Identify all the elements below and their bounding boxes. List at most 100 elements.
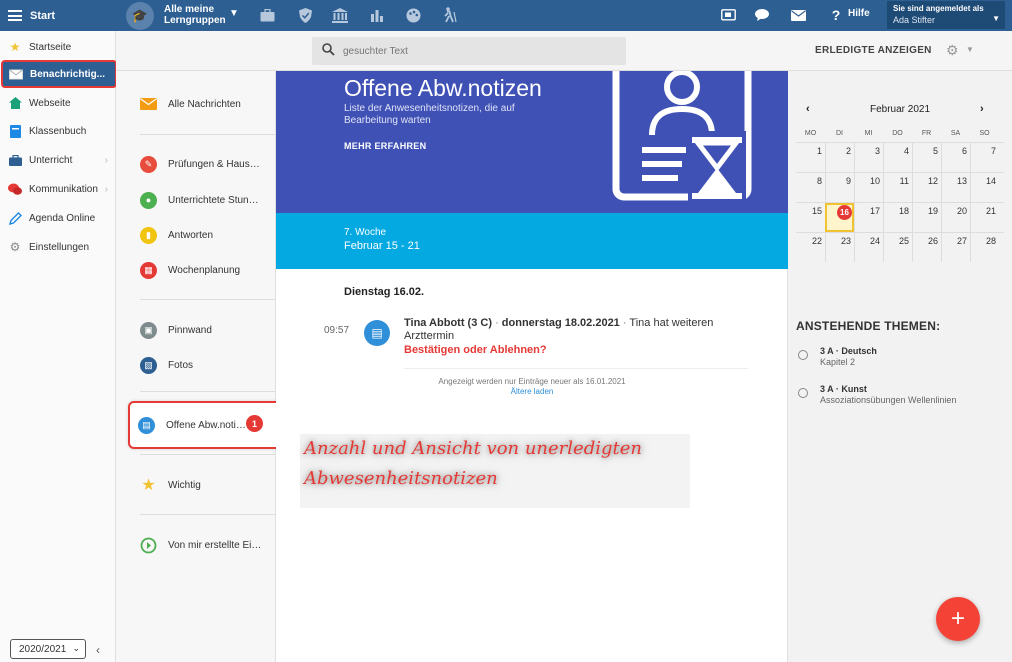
- calendar-day[interactable]: 20: [941, 203, 970, 232]
- chat-icon: [8, 182, 22, 196]
- calendar-day[interactable]: 19: [912, 203, 941, 232]
- calendar-day[interactable]: 4: [883, 143, 912, 172]
- collapse-sidebar-icon[interactable]: ‹: [96, 643, 100, 657]
- calendar-day[interactable]: 28: [970, 233, 999, 262]
- hiking-icon[interactable]: [441, 6, 459, 24]
- calendar-day-today[interactable]: 16: [825, 203, 854, 232]
- school-year-select[interactable]: 2020/2021 ⌄: [10, 639, 86, 659]
- caret-down-icon[interactable]: ▼: [966, 45, 974, 54]
- gear-icon[interactable]: ⚙: [946, 42, 959, 59]
- envelope-icon: [9, 67, 23, 81]
- envelope-icon[interactable]: [789, 6, 807, 24]
- sidebar-item-startseite[interactable]: ★ Startseite: [2, 33, 114, 61]
- chevron-down-icon: ⌄: [72, 643, 80, 653]
- load-older-link[interactable]: Ältere laden: [404, 387, 660, 396]
- calendar-day[interactable]: 22: [796, 233, 825, 262]
- calendar-day[interactable]: 17: [854, 203, 883, 232]
- reply-icon: ▮: [140, 226, 157, 244]
- entry-text[interactable]: Tina Abbott (3 C) · donnerstag 18.02.202…: [404, 317, 754, 343]
- bar-chart-icon[interactable]: [368, 6, 386, 24]
- chat-icon[interactable]: [754, 6, 772, 24]
- separator: ·: [495, 317, 502, 329]
- user-account-menu[interactable]: Sie sind angemeldet als Ada Stifter ▼: [887, 1, 1005, 29]
- divider: [140, 299, 276, 300]
- calendar-day[interactable]: 11: [883, 173, 912, 202]
- divider: [140, 514, 276, 515]
- nav-item-unterrichtete-stunden[interactable]: ● Unterrichtete Stunden: [140, 185, 276, 215]
- absence-note-icon: ▤: [364, 320, 390, 346]
- briefcase-icon[interactable]: [258, 6, 276, 24]
- institution-icon[interactable]: [331, 6, 349, 24]
- calendar-day[interactable]: 10: [854, 173, 883, 202]
- group-selector[interactable]: Alle meine Lerngruppen: [164, 4, 234, 26]
- nav-item-label: Alle Nachrichten: [168, 98, 241, 110]
- nav-item-fotos[interactable]: ▧ Fotos: [140, 350, 276, 380]
- calendar-day[interactable]: 21: [970, 203, 999, 232]
- search-input[interactable]: [343, 45, 603, 57]
- calendar-day[interactable]: 25: [883, 233, 912, 262]
- calendar-day[interactable]: 3: [854, 143, 883, 172]
- calendar-day[interactable]: 8: [796, 173, 825, 202]
- palette-icon[interactable]: [404, 6, 422, 24]
- search-box[interactable]: [312, 37, 626, 65]
- topic-title: 3 A · Kunst: [820, 384, 867, 394]
- calendar-day[interactable]: 24: [854, 233, 883, 262]
- older-entries-note: Angezeigt werden nur Einträge neuer als …: [438, 377, 626, 386]
- sidebar-item-webseite[interactable]: Webseite: [2, 89, 114, 117]
- start-menu-button[interactable]: Start: [0, 0, 116, 31]
- nav-item-von-mir-erstellt[interactable]: Von mir erstellte Einträge: [140, 530, 276, 560]
- calendar-day[interactable]: 23: [825, 233, 854, 262]
- help-link[interactable]: Hilfe: [848, 8, 870, 19]
- nav-item-pruefungen[interactable]: ✎ Prüfungen & Hausaufgaben: [140, 149, 276, 179]
- entry-student: Tina Abbott (3 C): [404, 317, 492, 329]
- shield-icon[interactable]: [296, 6, 314, 24]
- calendar-day[interactable]: 6: [941, 143, 970, 172]
- nav-item-alle-nachrichten[interactable]: Alle Nachrichten: [140, 89, 276, 119]
- nav-item-label: Wichtig: [168, 479, 201, 491]
- nav-item-offene-abwesenheitsnotizen[interactable]: ▤ Offene Abw.notizen 1: [128, 401, 283, 449]
- envelope-icon: [140, 96, 157, 113]
- add-button[interactable]: +: [936, 597, 980, 641]
- sidebar-item-agenda-online[interactable]: Agenda Online: [2, 204, 114, 232]
- cast-icon[interactable]: [719, 6, 737, 24]
- calendar-day[interactable]: 14: [970, 173, 999, 202]
- sidebar-item-label: Einstellungen: [29, 241, 90, 253]
- nav-item-wochenplanung[interactable]: ▦ Wochenplanung: [140, 255, 276, 285]
- calendar-day[interactable]: 7: [970, 143, 999, 172]
- caret-down-icon[interactable]: ▼: [229, 8, 239, 19]
- weekday-label: DI: [836, 130, 843, 137]
- nav-item-wichtig[interactable]: ★ Wichtig: [140, 470, 276, 500]
- calendar-day[interactable]: 13: [941, 173, 970, 202]
- nav-item-pinnwand[interactable]: ▣ Pinnwand: [140, 315, 276, 345]
- nav-item-antworten[interactable]: ▮ Antworten: [140, 220, 276, 250]
- calendar-day[interactable]: 1: [796, 143, 825, 172]
- calendar-week-row: 15 16 17 18 19 20 21: [796, 202, 1004, 232]
- sidebar-item-klassenbuch[interactable]: Klassenbuch: [2, 117, 114, 145]
- calendar-day[interactable]: 2: [825, 143, 854, 172]
- divider: [404, 368, 748, 369]
- sidebar-item-einstellungen[interactable]: ⚙ Einstellungen: [2, 233, 114, 261]
- weekday-label: SA: [950, 130, 961, 137]
- search-icon: [322, 43, 335, 59]
- group-cap-icon[interactable]: 🎓: [126, 2, 154, 30]
- show-done-button[interactable]: ERLEDIGTE ANZEIGEN: [815, 45, 932, 56]
- star-icon: ★: [141, 477, 156, 494]
- calendar-day[interactable]: 5: [912, 143, 941, 172]
- calendar-day[interactable]: 26: [912, 233, 941, 262]
- help-icon[interactable]: ?: [827, 6, 845, 24]
- calendar-day[interactable]: 9: [825, 173, 854, 202]
- calendar-day[interactable]: 27: [941, 233, 970, 262]
- confirm-or-reject-link[interactable]: Bestätigen oder Ablehnen?: [404, 344, 547, 356]
- sidebar-item-benachrichtigungen[interactable]: Benachrichtig...: [1, 60, 117, 88]
- learn-more-link[interactable]: MEHR ERFAHREN: [344, 141, 426, 151]
- next-month-icon[interactable]: ›: [980, 103, 984, 115]
- topic-subtitle: Assoziationsübungen Wellenlinien: [820, 395, 957, 405]
- user-signed-in-label: Sie sind angemeldet als: [893, 4, 984, 13]
- sidebar-item-kommunikation[interactable]: Kommunikation ›: [2, 175, 114, 203]
- calendar-day[interactable]: 15: [796, 203, 825, 232]
- calendar-day[interactable]: 18: [883, 203, 912, 232]
- page-subtitle: Liste der Anwesenheitsnotizen, die auf B…: [344, 103, 515, 126]
- entry-date: donnerstag 18.02.2021: [501, 317, 620, 329]
- sidebar-item-unterricht[interactable]: Unterricht ›: [2, 146, 114, 174]
- calendar-day[interactable]: 12: [912, 173, 941, 202]
